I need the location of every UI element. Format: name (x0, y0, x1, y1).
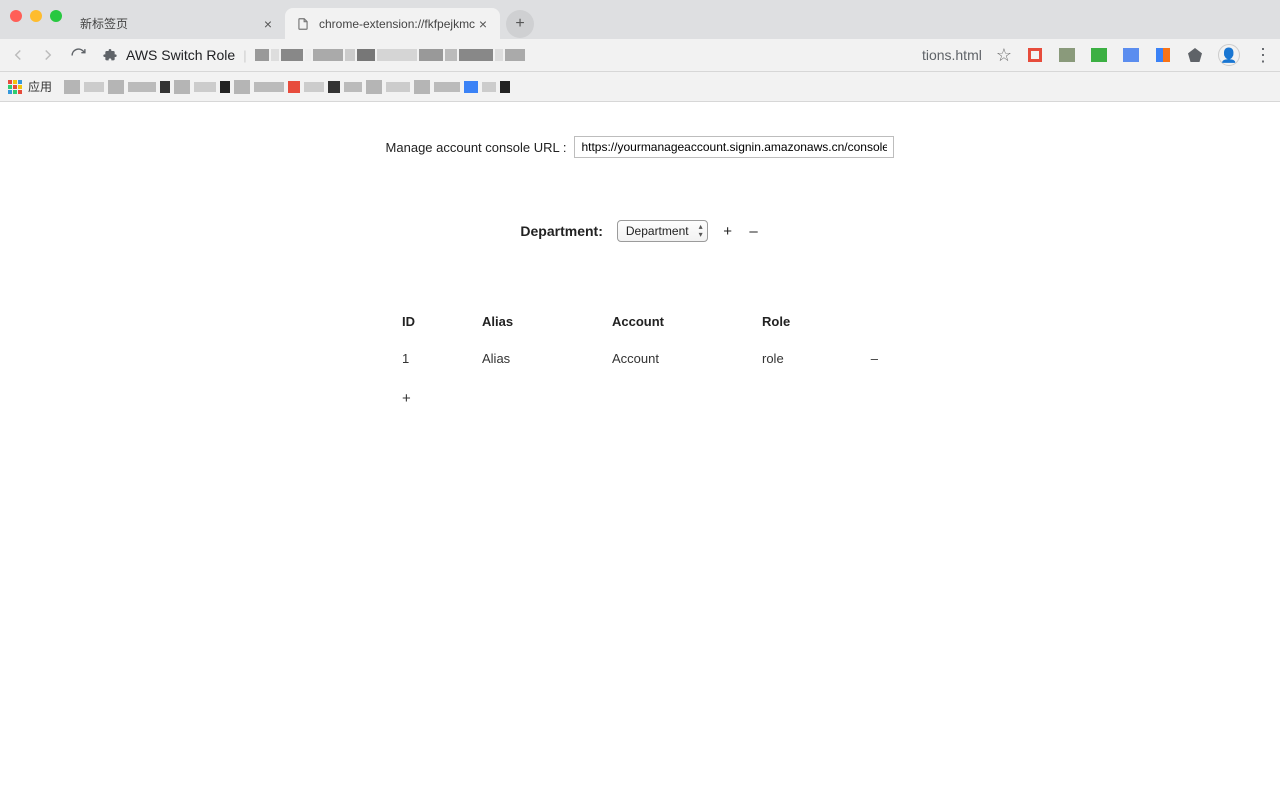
apps-label: 应用 (28, 78, 52, 95)
toolbar: AWS Switch Role | tions.html ☆ 👤 ⋮ (0, 39, 1280, 72)
url-visible-tail: tions.html (922, 47, 982, 63)
ext-icon-2[interactable] (1058, 46, 1076, 64)
page-title-in-addr: AWS Switch Role (126, 47, 235, 63)
browser-chrome: 新标签页 × chrome-extension://fkfpejkmc × + … (0, 0, 1280, 102)
department-select[interactable]: Department ▴▾ (617, 220, 708, 242)
department-select-value: Department (626, 224, 689, 238)
add-row-button[interactable]: + (402, 390, 411, 407)
col-id: ID (398, 308, 478, 341)
cell-alias[interactable]: Alias (478, 341, 608, 376)
tab-title: 新标签页 (80, 15, 261, 32)
department-label: Department: (520, 223, 602, 239)
url-obscured (255, 47, 914, 63)
browser-tab-1[interactable]: chrome-extension://fkfpejkmc × (285, 8, 500, 39)
remove-row-button[interactable]: – (871, 351, 878, 366)
extension-icon (102, 47, 118, 63)
reload-icon[interactable] (68, 45, 88, 65)
close-tab-icon[interactable]: × (476, 17, 490, 31)
ext-icon-3[interactable] (1090, 46, 1108, 64)
add-department-button[interactable]: + (722, 223, 734, 240)
table-row: 1 Alias Account role – (398, 341, 882, 376)
apps-button[interactable]: 应用 (8, 78, 52, 95)
select-caret-icon: ▴▾ (699, 223, 703, 239)
back-icon[interactable] (8, 45, 28, 65)
ext-icon-1[interactable] (1026, 46, 1044, 64)
manage-url-input[interactable] (574, 136, 894, 158)
cell-id: 1 (398, 341, 478, 376)
kebab-menu-icon[interactable]: ⋮ (1254, 45, 1272, 66)
col-alias: Alias (478, 308, 608, 341)
toolbar-right: ☆ 👤 ⋮ (996, 44, 1272, 66)
ext-icon-6[interactable] (1186, 46, 1204, 64)
remove-department-button[interactable]: – (748, 223, 760, 240)
apps-grid-icon (8, 80, 22, 94)
table-header-row: ID Alias Account Role (398, 308, 882, 341)
department-row: Department: Department ▴▾ + – (0, 220, 1280, 242)
maximize-window-icon[interactable] (50, 10, 62, 22)
close-window-icon[interactable] (10, 10, 22, 22)
address-bar[interactable]: AWS Switch Role | tions.html (98, 47, 986, 63)
ext-icon-5[interactable] (1154, 46, 1172, 64)
window-controls (10, 10, 62, 22)
close-tab-icon[interactable]: × (261, 17, 275, 31)
file-icon (295, 16, 311, 32)
col-account: Account (608, 308, 758, 341)
manage-url-label: Manage account console URL : (386, 140, 567, 155)
tab-title: chrome-extension://fkfpejkmc (319, 17, 476, 31)
minimize-window-icon[interactable] (30, 10, 42, 22)
bookmarks-obscured (64, 80, 510, 94)
manage-url-row: Manage account console URL : (0, 136, 1280, 158)
col-role: Role (758, 308, 858, 341)
bookmarks-bar: 应用 (0, 72, 1280, 102)
roles-table: ID Alias Account Role 1 Alias Account ro… (398, 308, 882, 421)
profile-avatar-icon[interactable]: 👤 (1218, 44, 1240, 66)
page-content: Manage account console URL : Department:… (0, 102, 1280, 421)
tab-strip: 新标签页 × chrome-extension://fkfpejkmc × + (0, 8, 1280, 39)
star-icon[interactable]: ☆ (996, 45, 1012, 66)
ext-icon-4[interactable] (1122, 46, 1140, 64)
forward-icon[interactable] (38, 45, 58, 65)
cell-role[interactable]: role (758, 341, 858, 376)
cell-account[interactable]: Account (608, 341, 758, 376)
new-tab-button[interactable]: + (506, 10, 534, 38)
browser-tab-0[interactable]: 新标签页 × (70, 8, 285, 39)
